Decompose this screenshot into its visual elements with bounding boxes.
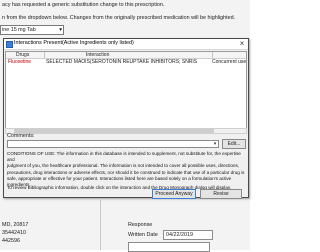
chevron-down-icon: ▾ [59, 27, 62, 33]
column-divider [100, 200, 101, 250]
horizontal-scrollbar[interactable] [5, 128, 247, 134]
left-line-3: 442596 [2, 238, 20, 244]
proceed-anyway-button[interactable]: Proceed Anyway [152, 189, 196, 199]
interaction-cell: SELECTED MAOIS(SEROTONIN REUPTAKE INHIBI… [46, 59, 198, 65]
table-header: Drugs Interaction [6, 52, 246, 59]
written-date-label: Written Date [128, 232, 158, 238]
app-icon [6, 41, 13, 48]
interactions-table: Drugs Interaction Fluoxetine SELECTED MA… [5, 51, 247, 129]
column-separator[interactable] [44, 52, 45, 58]
left-line-2: 35442410 [2, 230, 26, 236]
banner-text: acy has requested a generic substitution… [2, 2, 165, 8]
medication-dropdown[interactable]: ine 15 mg Tab ▾ [0, 25, 64, 35]
comments-label: Comments: [7, 133, 35, 139]
response-field[interactable] [128, 242, 210, 252]
edit-button[interactable]: Edit... [222, 139, 246, 149]
column-header-interaction[interactable]: Interaction [86, 52, 109, 58]
table-row[interactable]: Fluoxetine SELECTED MAOIS(SEROTONIN REUP… [6, 59, 246, 65]
comments-dropdown[interactable]: ▾ [7, 140, 219, 148]
severity-cell: Concurrent use or avoi [212, 59, 246, 65]
dialog-title: Interactions Present(Active Ingredients … [14, 40, 134, 46]
conditions-of-use-text: CONDITIONS OF USE: The information in th… [7, 151, 245, 188]
close-icon[interactable]: × [237, 39, 247, 48]
revise-button[interactable]: Revise [200, 189, 242, 199]
written-date-value: 04/22/2019 [166, 232, 193, 238]
instruction-text: n from the dropdown below. Changes from … [2, 15, 236, 21]
left-line-1: MD, 20817 [2, 222, 29, 228]
chevron-down-icon: ▾ [213, 141, 217, 147]
drug-cell: Fluoxetine [8, 59, 32, 65]
scrollbar-thumb[interactable] [14, 129, 214, 133]
dialog-titlebar: Interactions Present(Active Ingredients … [4, 39, 248, 50]
interactions-dialog: Interactions Present(Active Ingredients … [3, 38, 249, 199]
response-label: Response [128, 222, 153, 228]
written-date-field[interactable]: 04/22/2019 [163, 230, 213, 240]
column-header-drugs[interactable]: Drugs [16, 52, 29, 58]
column-separator[interactable] [212, 52, 213, 58]
medication-dropdown-value: ine 15 mg Tab [2, 27, 36, 33]
